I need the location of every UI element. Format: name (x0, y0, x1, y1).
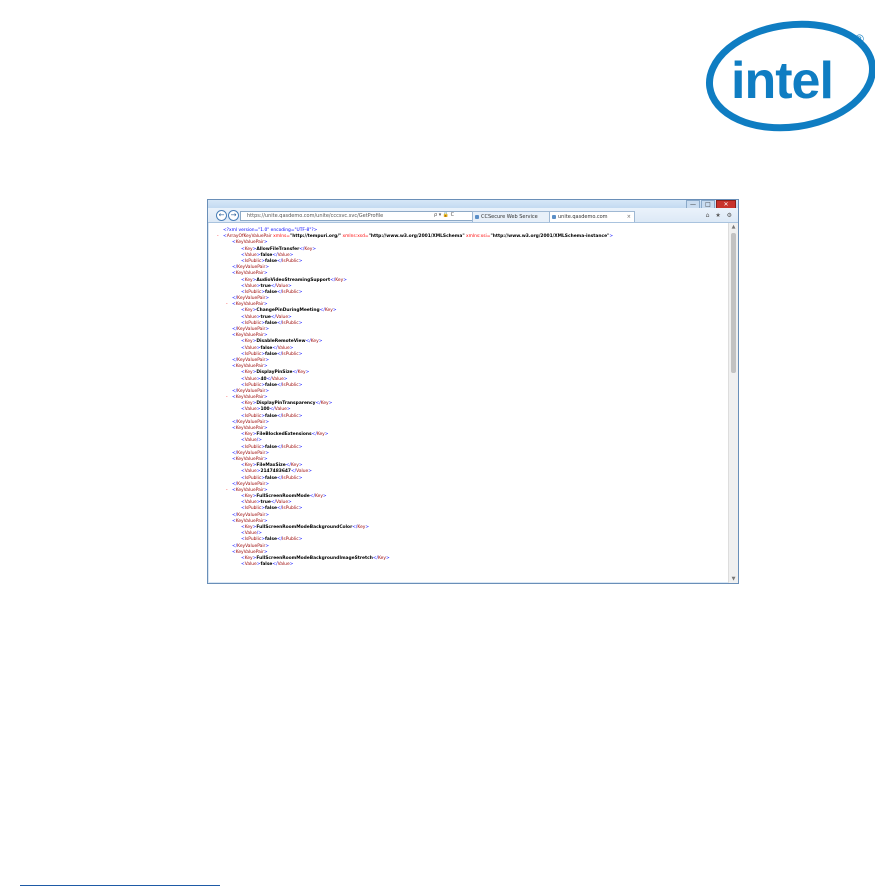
scroll-up-icon[interactable]: ▲ (729, 223, 738, 231)
xml-value: ChangePinDuringMeeting (256, 308, 320, 314)
tab-unite-qasdemo[interactable]: unite.qasdemo.com × (549, 211, 635, 222)
forward-icon[interactable]: → (228, 210, 239, 221)
xml-declaration: <?xml version="1.0" encoding="UTF-8"?> (223, 228, 318, 233)
address-bar-icons[interactable]: ρ ▾ 🔒 C (434, 211, 454, 219)
tab-favicon-icon (475, 215, 479, 219)
tab-label: unite.qasdemo.com (558, 214, 608, 220)
xml-value: FileMaxSize (256, 463, 286, 469)
xml-value: false (264, 320, 277, 326)
svg-text:®: ® (855, 32, 864, 46)
xml-value: AllowFileTransfer (256, 246, 300, 252)
xml-value: DisableRemoteView (256, 339, 306, 345)
browser-screenshot: — □ ✕ ← → https://unite.qasdemo.com/unit… (207, 199, 739, 584)
scroll-thumb[interactable] (731, 233, 736, 373)
xml-document: <?xml version="1.0" encoding="UTF-8"?> - <… (208, 223, 728, 583)
tab-close-icon[interactable]: × (627, 212, 631, 222)
xml-value: DisplayPinSize (256, 370, 293, 376)
xml-value: FullScreenRoomMode (256, 494, 310, 500)
xml-value-line: <Value>false</Value> (241, 562, 294, 568)
tab-label: CCSecure Web Service (481, 214, 538, 220)
xml-value: 2147483647 (260, 469, 291, 475)
xml-value: false (260, 562, 273, 568)
xml-value: false (264, 289, 277, 295)
back-icon[interactable]: ← (216, 210, 227, 221)
xml-value: false (264, 444, 277, 450)
xml-value: false (264, 537, 277, 543)
vertical-scrollbar[interactable]: ▲ ▼ (728, 223, 738, 583)
tab-favicon-icon (552, 215, 556, 219)
xml-value: false (264, 351, 277, 357)
svg-text:intel: intel (731, 52, 833, 110)
tab-ccsecure-web-service[interactable]: CCSecure Web Service (472, 211, 554, 222)
xml-value: FileBlockedExtensions (256, 432, 312, 438)
xml-value: false (264, 506, 277, 512)
xml-value: true (260, 314, 271, 320)
xml-value: false (264, 258, 277, 264)
xml-value: false (264, 413, 277, 419)
xml-value: FullScreenRoomModeBackgroundColor (256, 525, 353, 530)
xml-value: false (264, 475, 277, 481)
xml-value: false (264, 382, 277, 388)
footnote-separator (20, 885, 220, 886)
xml-value: DisplayPinTransparency (256, 401, 316, 407)
xml-value: AudioVideoStreamingSupport (256, 277, 331, 283)
xml-value: false (260, 345, 273, 351)
toolbar-icons[interactable]: ⌂ ★ ⚙ (706, 211, 734, 220)
xml-value: FullScreenRoomModeBackgroundImageStretch (256, 555, 373, 561)
xml-value: true (260, 283, 271, 289)
xml-value: 100 (260, 407, 270, 413)
window-titlebar: — □ ✕ (208, 200, 738, 209)
browser-navbar: ← → https://unite.qasdemo.com/unite/cccs… (208, 208, 738, 223)
intel-logo: intel ® (705, 20, 875, 132)
scroll-down-icon[interactable]: ▼ (729, 575, 738, 583)
xml-value: false (260, 252, 273, 258)
xml-value: true (260, 500, 271, 506)
